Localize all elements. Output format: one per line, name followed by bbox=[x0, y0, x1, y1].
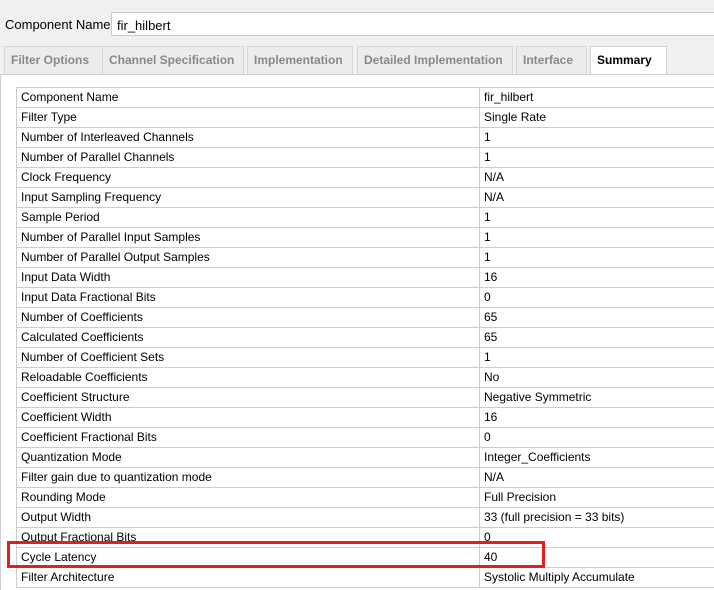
table-row: Number of Coefficient Sets 1 bbox=[16, 347, 714, 368]
parameter-name-cell: Number of Parallel Output Samples bbox=[16, 247, 480, 268]
parameter-value-cell: 1 bbox=[479, 227, 714, 248]
table-row: Sample Period 1 bbox=[16, 207, 714, 228]
table-row: Coefficient Fractional Bits 0 bbox=[16, 427, 714, 448]
summary-panel: Component Name fir_hilbert Filter Type Sing… bbox=[0, 74, 714, 590]
parameter-name-cell: Filter gain due to quantization mode bbox=[16, 467, 480, 488]
parameter-value-cell: 65 bbox=[479, 327, 714, 348]
parameter-value-cell: 0 bbox=[479, 427, 714, 448]
tab-detailed-implementation[interactable]: Detailed Implementation bbox=[357, 46, 513, 74]
parameter-value-cell: fir_hilbert bbox=[479, 87, 714, 108]
component-name-label: Component Name bbox=[5, 17, 111, 32]
table-row: Input Data Width 16 bbox=[16, 267, 714, 288]
parameter-name-cell: Calculated Coefficients bbox=[16, 327, 480, 348]
table-row: Number of Parallel Input Samples 1 bbox=[16, 227, 714, 248]
table-row: Calculated Coefficients 65 bbox=[16, 327, 714, 348]
parameter-value-cell: 40 bbox=[479, 547, 714, 568]
table-row: Quantization Mode Integer_Coefficients bbox=[16, 447, 714, 468]
parameter-value-cell: 1 bbox=[479, 247, 714, 268]
parameter-value-cell: Systolic Multiply Accumulate bbox=[479, 567, 714, 588]
parameter-value-cell: No bbox=[479, 367, 714, 388]
tab-summary[interactable]: Summary bbox=[590, 46, 667, 75]
parameter-value-cell: N/A bbox=[479, 467, 714, 488]
parameter-name-cell: Number of Coefficient Sets bbox=[16, 347, 480, 368]
parameter-value-cell: 16 bbox=[479, 407, 714, 428]
parameter-name-cell: Input Sampling Frequency bbox=[16, 187, 480, 208]
table-row: Clock Frequency N/A bbox=[16, 167, 714, 188]
table-row: Number of Parallel Channels 1 bbox=[16, 147, 714, 168]
parameter-name-cell: Rounding Mode bbox=[16, 487, 480, 508]
table-row: Filter Type Single Rate bbox=[16, 107, 714, 128]
parameter-name-cell: Coefficient Width bbox=[16, 407, 480, 428]
table-row: Number of Interleaved Channels 1 bbox=[16, 127, 714, 148]
tab-filter-options[interactable]: Filter Options bbox=[4, 46, 104, 74]
parameter-name-cell: Input Data Width bbox=[16, 267, 480, 288]
parameter-value-cell: Full Precision bbox=[479, 487, 714, 508]
parameter-name-cell: Output Fractional Bits bbox=[16, 527, 480, 548]
parameter-name-cell: Component Name bbox=[16, 87, 480, 108]
parameter-value-cell: 1 bbox=[479, 347, 714, 368]
parameter-name-cell: Number of Parallel Channels bbox=[16, 147, 480, 168]
table-row: Output Fractional Bits 0 bbox=[16, 527, 714, 548]
table-row: Output Width 33 (full precision = 33 bits… bbox=[16, 507, 714, 528]
parameter-name-cell: Filter Architecture bbox=[16, 567, 480, 588]
table-row: Coefficient Structure Negative Symmetric bbox=[16, 387, 714, 408]
parameter-name-cell: Quantization Mode bbox=[16, 447, 480, 468]
tab-interface[interactable]: Interface bbox=[516, 46, 587, 74]
table-row: Input Sampling Frequency N/A bbox=[16, 187, 714, 208]
parameter-value-cell: 16 bbox=[479, 267, 714, 288]
parameter-name-cell: Number of Coefficients bbox=[16, 307, 480, 328]
parameter-name-cell: Sample Period bbox=[16, 207, 480, 228]
table-row: Component Name fir_hilbert bbox=[16, 87, 714, 108]
tab-channel-specification[interactable]: Channel Specification bbox=[102, 46, 244, 74]
parameter-name-cell: Number of Parallel Input Samples bbox=[16, 227, 480, 248]
table-row: Cycle Latency 40 bbox=[16, 547, 714, 568]
table-row: Number of Parallel Output Samples 1 bbox=[16, 247, 714, 268]
parameter-name-cell: Coefficient Fractional Bits bbox=[16, 427, 480, 448]
parameter-name-cell: Coefficient Structure bbox=[16, 387, 480, 408]
parameter-value-cell: N/A bbox=[479, 167, 714, 188]
parameter-value-cell: Integer_Coefficients bbox=[479, 447, 714, 468]
table-row: Filter Architecture Systolic Multiply Acc… bbox=[16, 567, 714, 588]
parameter-name-cell: Filter Type bbox=[16, 107, 480, 128]
parameter-name-cell: Cycle Latency bbox=[16, 547, 480, 568]
parameter-value-cell: Single Rate bbox=[479, 107, 714, 128]
table-row: Input Data Fractional Bits 0 bbox=[16, 287, 714, 308]
parameter-value-cell: 1 bbox=[479, 207, 714, 228]
parameter-name-cell: Reloadable Coefficients bbox=[16, 367, 480, 388]
parameter-name-cell: Number of Interleaved Channels bbox=[16, 127, 480, 148]
parameter-name-cell: Output Width bbox=[16, 507, 480, 528]
parameter-value-cell: 0 bbox=[479, 287, 714, 308]
parameter-value-cell: 1 bbox=[479, 127, 714, 148]
table-row: Filter gain due to quantization mode N/A bbox=[16, 467, 714, 488]
component-name-input[interactable]: fir_hilbert bbox=[111, 12, 714, 36]
tab-strip: Filter Options Channel Specification Imp… bbox=[0, 46, 714, 75]
parameter-value-cell: N/A bbox=[479, 187, 714, 208]
parameter-value-cell: 0 bbox=[479, 527, 714, 548]
parameter-value-cell: Negative Symmetric bbox=[479, 387, 714, 408]
table-row: Rounding Mode Full Precision bbox=[16, 487, 714, 508]
parameter-name-cell: Clock Frequency bbox=[16, 167, 480, 188]
table-row: Number of Coefficients 65 bbox=[16, 307, 714, 328]
tab-implementation[interactable]: Implementation bbox=[247, 46, 353, 74]
table-row: Coefficient Width 16 bbox=[16, 407, 714, 428]
table-row: Reloadable Coefficients No bbox=[16, 367, 714, 388]
summary-table: Component Name fir_hilbert Filter Type Sing… bbox=[16, 87, 714, 588]
component-name-bar: Component Name fir_hilbert bbox=[0, 0, 714, 46]
parameter-value-cell: 65 bbox=[479, 307, 714, 328]
parameter-value-cell: 1 bbox=[479, 147, 714, 168]
parameter-name-cell: Input Data Fractional Bits bbox=[16, 287, 480, 308]
parameter-value-cell: 33 (full precision = 33 bits) bbox=[479, 507, 714, 528]
